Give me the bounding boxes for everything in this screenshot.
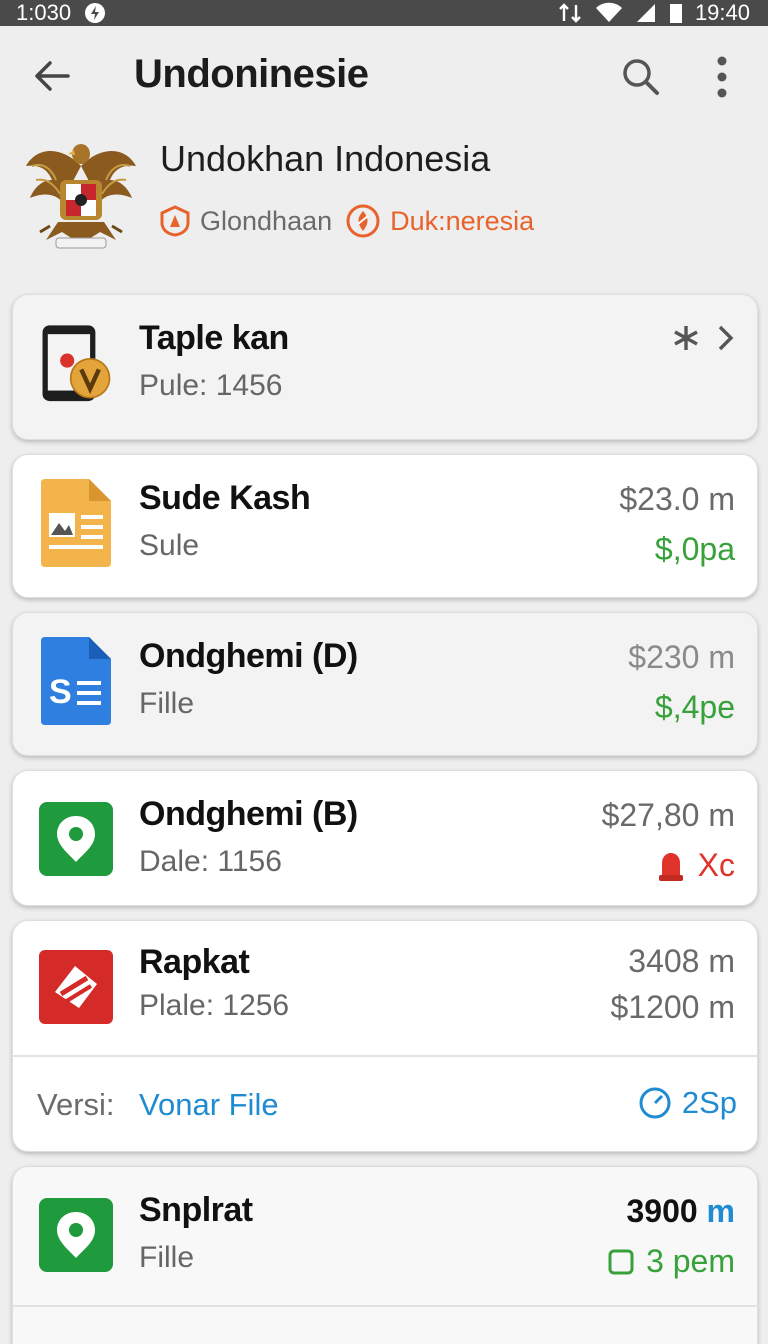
- item-amount-unit: m: [706, 1193, 735, 1229]
- item-amount: $23.0 m: [619, 481, 735, 517]
- meta-category[interactable]: Duk:neresia: [346, 204, 534, 238]
- status-time-left: 1:030: [16, 0, 72, 25]
- item-amount: $27,80 m: [601, 797, 735, 833]
- version-file-link[interactable]: Vonar File: [139, 1087, 279, 1123]
- notification-icon: [83, 1, 107, 25]
- list-item[interactable]: Ondghemi (B) Dale: 1156 $27,80 m Xc: [12, 770, 758, 906]
- item-actions: [671, 323, 735, 353]
- version-meta[interactable]: 2Sp: [638, 1085, 737, 1121]
- version-meta-text: 2Sp: [681, 1085, 737, 1120]
- search-button[interactable]: [618, 54, 664, 100]
- item-alert-text: Xc: [697, 847, 735, 883]
- list-item[interactable]: Sude Kash Sule $23.0 m $,0pa: [12, 454, 758, 598]
- item-change: $,0pa: [654, 531, 735, 567]
- item-subtitle: Plale: 1256: [139, 989, 290, 1022]
- asterisk-icon[interactable]: [671, 323, 701, 353]
- map-pin-app-icon: [39, 795, 113, 883]
- sheet-file-icon: S: [39, 637, 113, 725]
- square-check-icon: [608, 1249, 634, 1274]
- version-row: Versi: Vonar File 2Sp: [13, 1057, 759, 1153]
- app-bar: Undoninesie: [0, 26, 768, 126]
- meta-location[interactable]: Glondhaan: [160, 205, 332, 237]
- version-label: Versi:: [37, 1087, 115, 1122]
- item-subtitle: Pule: 1456: [139, 369, 283, 402]
- page-title: Undoninesie: [134, 52, 369, 96]
- list-item-expanded[interactable]: Rapkat Plale: 1256 3408 m $1200 m Versi:…: [12, 920, 759, 1153]
- chevron-right-icon[interactable]: [715, 323, 735, 353]
- item-subtitle: Fille: [139, 1241, 195, 1274]
- shield-icon: [160, 205, 190, 237]
- item-title: Snplrat: [139, 1191, 253, 1229]
- list-item[interactable]: Taple kan Pule: 1456: [12, 294, 758, 440]
- item-title: Rapkat: [139, 943, 250, 981]
- item-title: Sude Kash: [139, 479, 311, 517]
- item-title: Ondghemi (B): [139, 795, 358, 833]
- status-time-right: 19:40: [694, 0, 750, 25]
- status-bar: 1:030 19:40: [0, 0, 768, 26]
- signal-icon: [635, 2, 657, 24]
- network-arrows-icon: [557, 3, 583, 23]
- alert-light-icon: [658, 852, 683, 881]
- wifi-icon: [595, 2, 623, 24]
- item-amount: $230 m: [628, 639, 735, 675]
- svg-text:S: S: [49, 673, 72, 711]
- document-file-icon: [39, 479, 113, 567]
- item-subtitle: Sule: [139, 529, 200, 562]
- clock-icon: [639, 1087, 671, 1119]
- profile-header: Undokhan Indonesia Glondhaan Duk:neresia: [0, 128, 768, 268]
- back-arrow-icon: [35, 61, 70, 91]
- item-title: Taple kan: [139, 319, 289, 357]
- more-vert-icon: [717, 56, 727, 98]
- meta-category-label: Duk:neresia: [390, 205, 535, 236]
- header-meta: Glondhaan Duk:neresia: [160, 204, 534, 238]
- item-title: Ondghemi (D): [139, 637, 358, 675]
- item-alert: Xc: [656, 847, 735, 884]
- more-options-button[interactable]: [700, 54, 744, 100]
- meta-location-label: Glondhaan: [200, 205, 333, 236]
- item-amount: 3900 m: [626, 1193, 735, 1230]
- back-button[interactable]: [30, 54, 74, 98]
- item-change: $,4pe: [654, 689, 735, 725]
- item-change-text: 3 pem: [646, 1243, 735, 1279]
- header-title: Undokhan Indonesia: [160, 138, 491, 179]
- flame-badge-icon: [346, 204, 380, 238]
- list-item[interactable]: Snplrat Fille 3900 m 3 pem: [12, 1166, 759, 1344]
- item-total: $1200 m: [610, 989, 735, 1025]
- red-app-icon: [39, 943, 113, 1031]
- item-subtitle: Fille: [139, 687, 195, 720]
- list-item[interactable]: S Ondghemi (D) Fille $230 m $,4pe: [12, 612, 758, 756]
- item-amount-number: 3900: [626, 1193, 698, 1229]
- battery-icon: [669, 2, 683, 24]
- search-icon: [623, 59, 659, 95]
- card-divider: [13, 1305, 759, 1307]
- garuda-emblem-icon: [22, 136, 140, 254]
- map-pin-app-icon: [39, 1191, 113, 1279]
- item-change: 3 pem: [606, 1243, 735, 1280]
- item-amount: 3408 m: [628, 943, 735, 979]
- item-subtitle: Dale: 1156: [139, 845, 282, 878]
- phone-app-icon: [39, 321, 113, 409]
